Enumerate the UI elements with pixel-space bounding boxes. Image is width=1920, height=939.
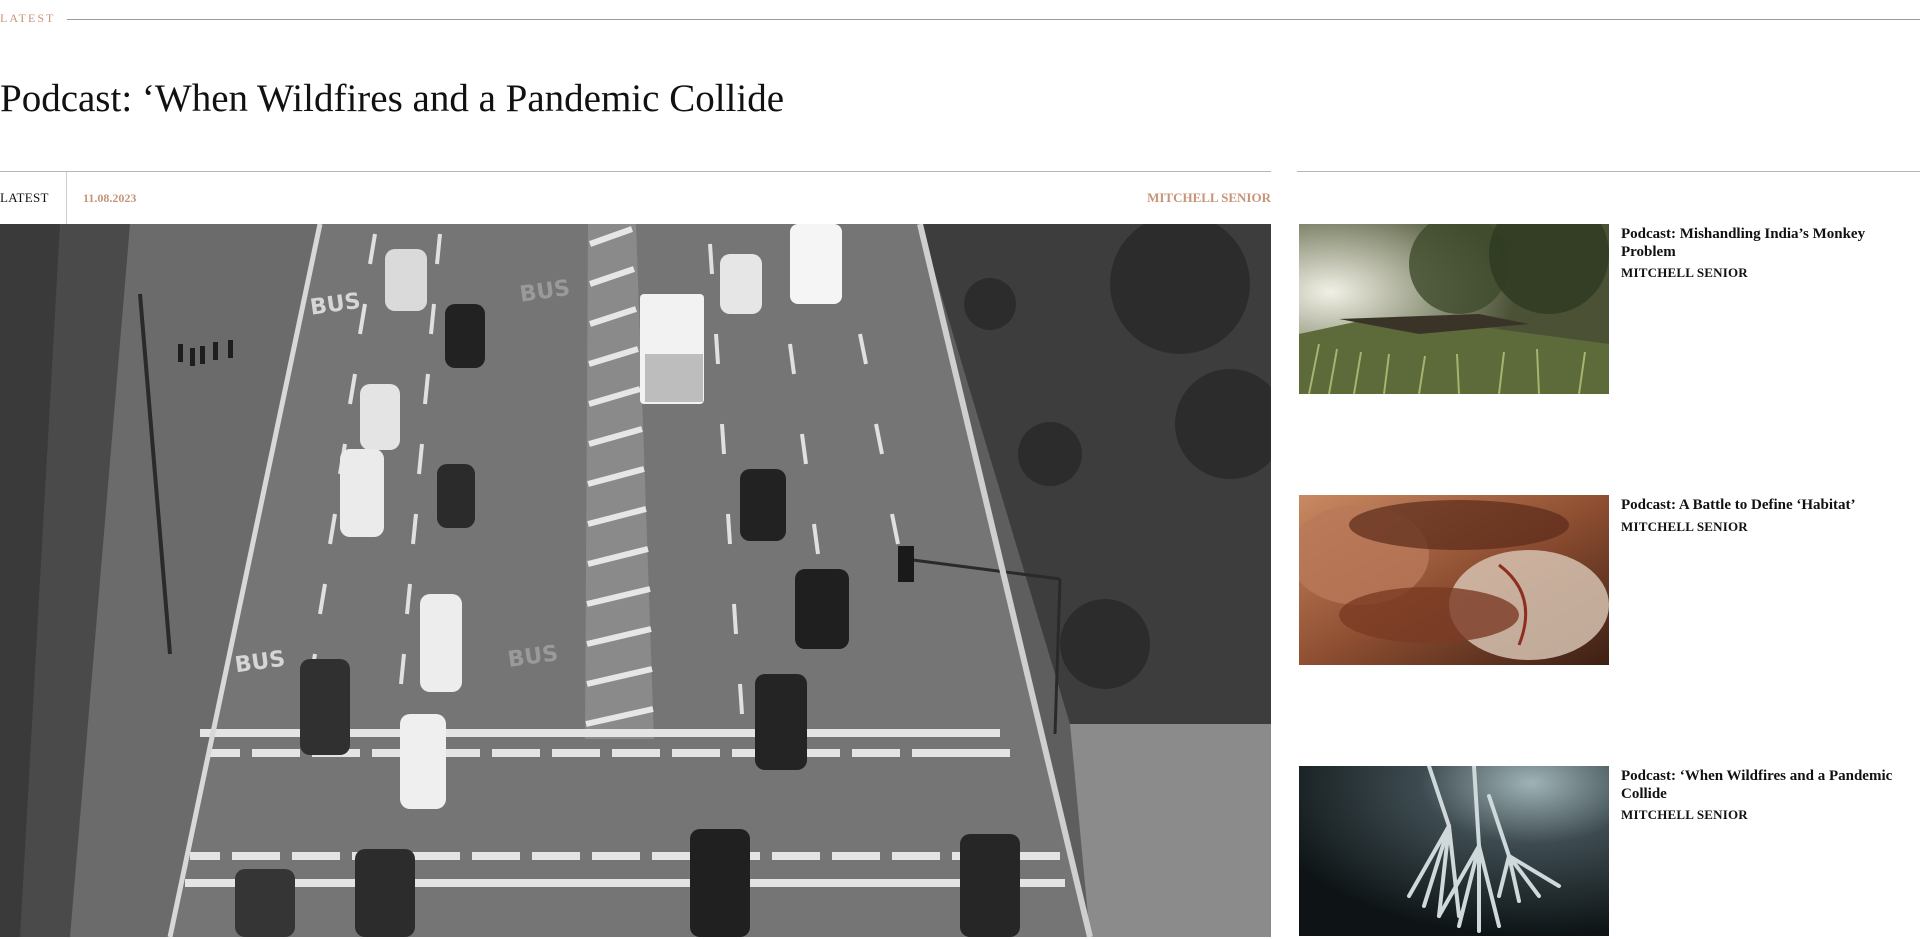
section-header: LATEST [0,11,1920,27]
sidebar-thumbnail-3[interactable] [1299,766,1609,936]
sidebar-thumbnail-1[interactable] [1299,224,1609,394]
section-divider [67,19,1920,20]
article-title[interactable]: Podcast: ‘When Wildfires and a Pandemic … [0,76,784,121]
sidebar-article-author-1[interactable]: MITCHELL SENIOR [1621,265,1748,281]
article-hero-image[interactable]: BUS BUS BUS BUS [0,224,1271,937]
article-author-link[interactable]: MITCHELL SENIOR [1147,190,1271,206]
sidebar-thumbnail-2[interactable] [1299,495,1609,665]
sidebar-article-2[interactable]: Podcast: A Battle to Define ‘Habitat’ MI… [1299,495,1920,665]
sidebar-article-author-3[interactable]: MITCHELL SENIOR [1621,807,1748,823]
article-meta-bar: LATEST 11.08.2023 MITCHELL SENIOR [0,172,1271,224]
section-label: LATEST [0,11,56,25]
sidebar-article-1[interactable]: Podcast: Mishandling India’s Monkey Prob… [1299,224,1920,394]
article-date: 11.08.2023 [83,191,137,205]
sidebar-article-3[interactable]: Podcast: ‘When Wildfires and a Pandemic … [1299,766,1920,936]
meta-divider [66,172,67,224]
sidebar-article-title-3[interactable]: Podcast: ‘When Wildfires and a Pandemic … [1621,767,1917,803]
article-category-link[interactable]: LATEST [0,190,49,206]
sidebar-top-rule [1297,171,1920,172]
sidebar-article-author-2[interactable]: MITCHELL SENIOR [1621,519,1748,535]
sidebar-article-title-1[interactable]: Podcast: Mishandling India’s Monkey Prob… [1621,225,1917,261]
sidebar-article-title-2[interactable]: Podcast: A Battle to Define ‘Habitat’ [1621,496,1917,514]
